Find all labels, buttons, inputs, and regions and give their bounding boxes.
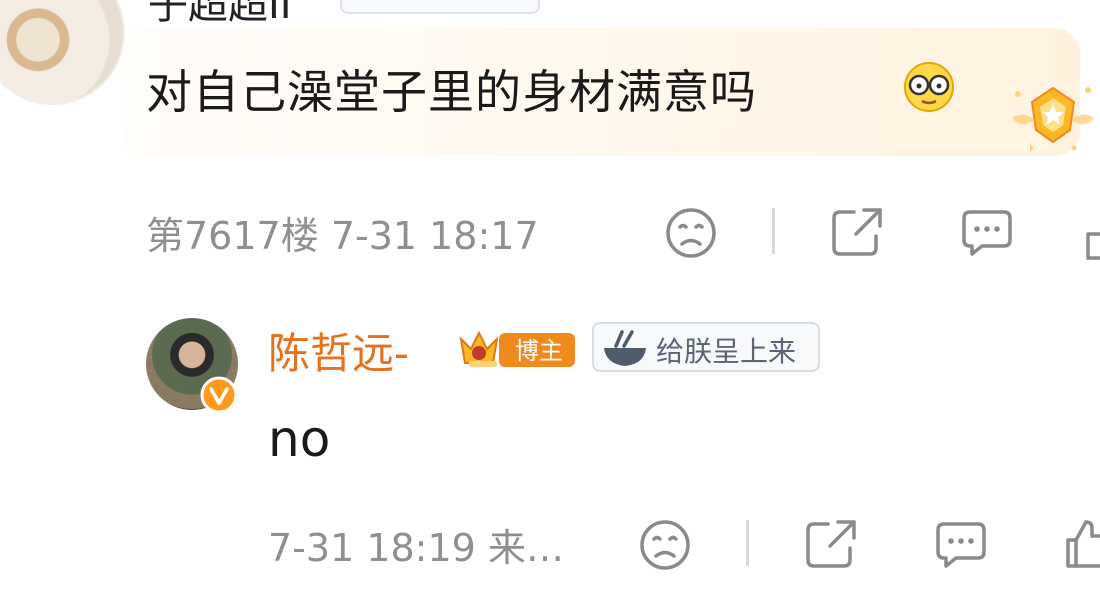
reply-time: 7-31 18:19 (268, 526, 476, 570)
verified-badge-icon (200, 376, 238, 414)
thumbs-up-icon[interactable] (1084, 214, 1100, 260)
previous-commenter-badge[interactable] (340, 0, 540, 14)
comment-floor: 第7617楼 (146, 214, 319, 258)
blogger-label: 博主 (515, 337, 563, 365)
comment-text: 对自己澡堂子里的身材满意吗 (146, 65, 757, 119)
fan-badge[interactable]: 给朕呈上来 (592, 322, 820, 372)
previous-commenter-name[interactable]: 子超超II (148, 0, 292, 30)
fan-badge-label: 给朕呈上来 (656, 335, 797, 368)
glasses-emoji-icon (904, 62, 954, 112)
sad-face-icon[interactable] (638, 518, 692, 572)
reply-source: 来… (487, 526, 564, 570)
reply-username[interactable]: 陈哲远- (268, 320, 409, 381)
share-icon[interactable] (830, 206, 884, 258)
vip-medal-icon (1012, 86, 1094, 152)
rice-bowl-icon (604, 330, 646, 366)
sad-face-icon[interactable] (664, 206, 718, 260)
weibo-comment-thread: 子超超II 对自己澡堂子里的身材满意吗 第7617楼 7-31 18:17 陈哲… (0, 0, 1100, 593)
previous-commenter-avatar[interactable] (0, 0, 125, 105)
comment-bubble-icon[interactable] (960, 208, 1014, 258)
share-icon[interactable] (804, 518, 858, 570)
action-divider (772, 208, 775, 254)
blogger-badge: 博主 (459, 330, 575, 367)
reply-meta: 7-31 18:19 来… (268, 517, 564, 572)
reply-text: no (268, 410, 331, 468)
comment-bubble-icon[interactable] (934, 520, 988, 570)
thumbs-up-icon[interactable] (1064, 516, 1100, 570)
action-divider (746, 520, 749, 566)
comment-time: 7-31 18:17 (330, 214, 539, 258)
comment-meta: 第7617楼 7-31 18:17 (146, 205, 539, 260)
